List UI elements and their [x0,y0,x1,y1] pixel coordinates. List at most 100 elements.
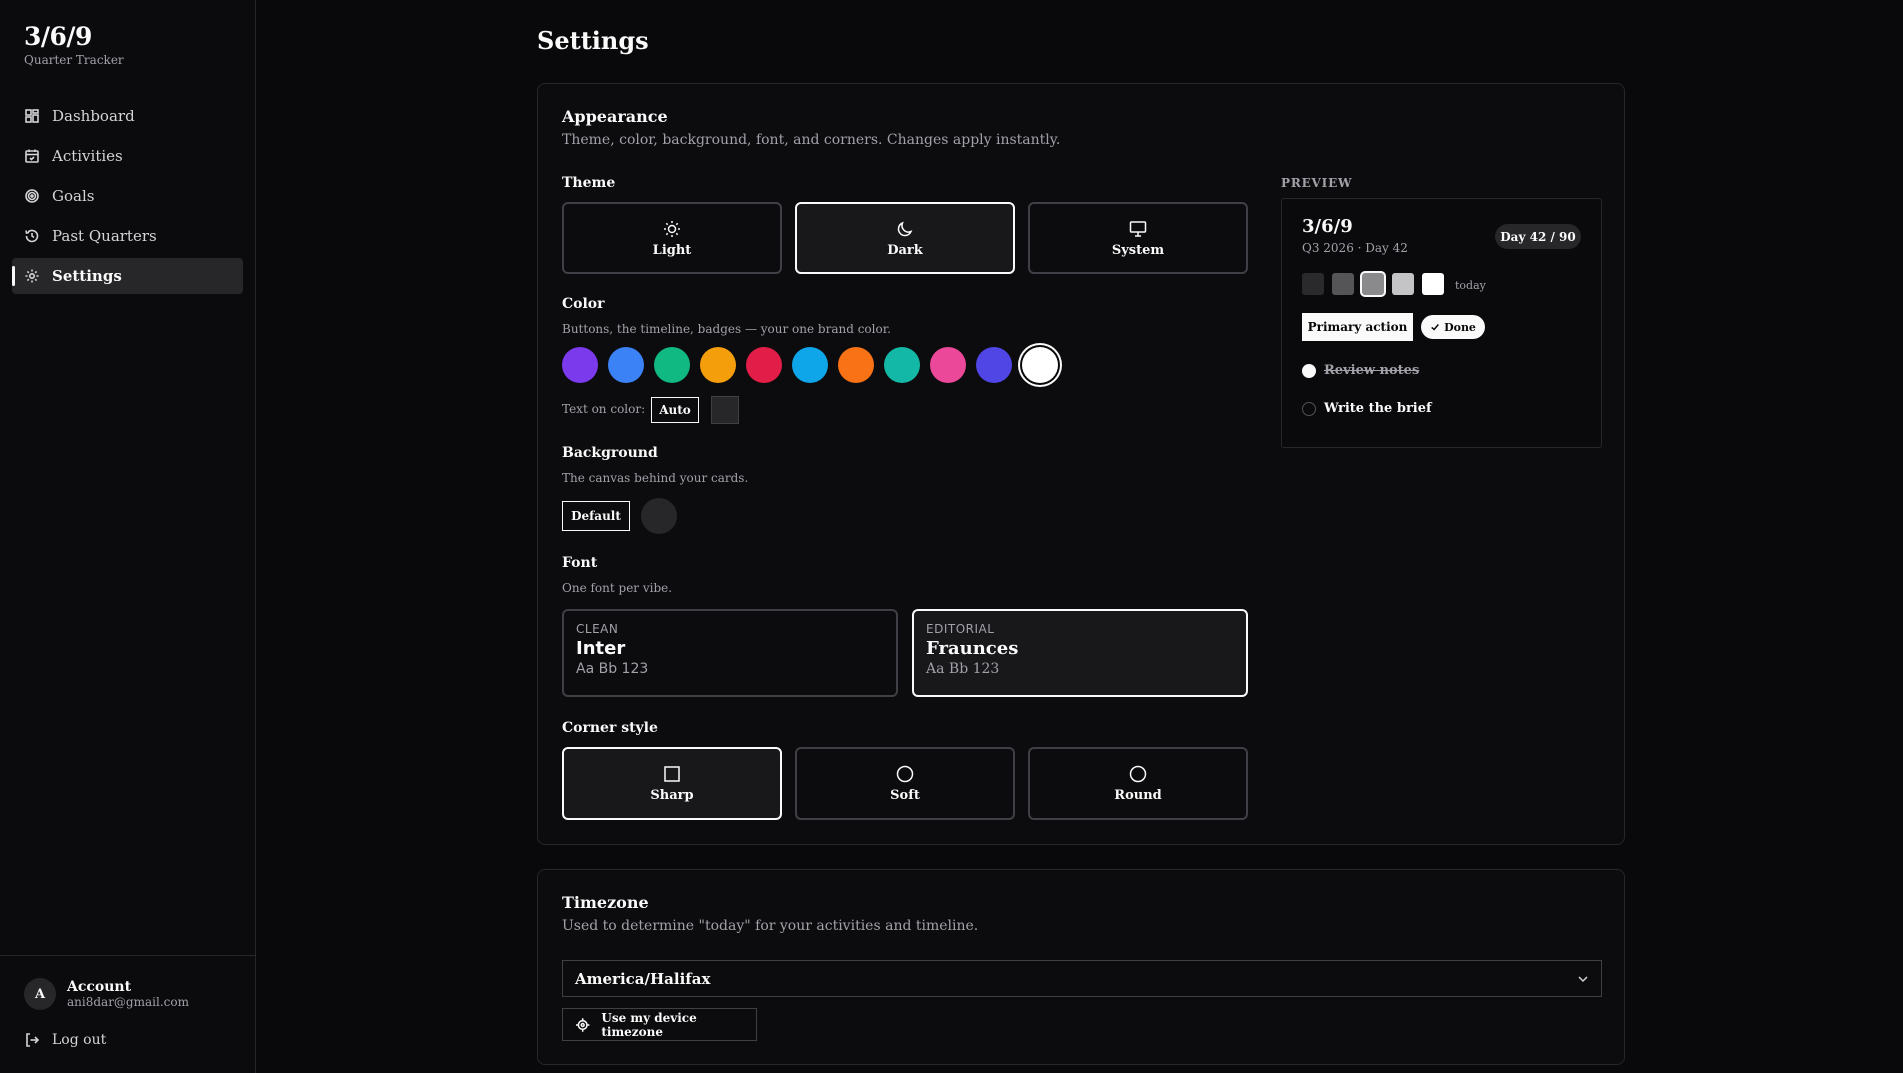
intensity-cell [1332,273,1354,295]
monitor-icon [1129,220,1147,237]
circle-icon [1129,765,1147,783]
use-device-timezone-button[interactable]: Use my device timezone [562,1008,757,1041]
sidebar-item-activities[interactable]: Activities [12,138,243,174]
logout-label: Log out [52,1032,107,1048]
font-name: Inter [576,638,626,659]
color-swatch[interactable] [792,347,828,383]
calendar-icon [25,149,39,163]
theme-label: Theme [562,175,616,191]
gear-icon [25,269,39,283]
task-label: Review notes [1324,363,1420,378]
font-sample: Aa Bb 123 [926,661,1000,677]
preview-task-done[interactable]: Review notes [1302,363,1419,378]
sidebar-item-label: Goals [52,187,95,205]
theme-option-system[interactable]: System [1028,202,1248,274]
text-on-color-custom-swatch[interactable] [711,396,739,424]
intensity-cell [1362,273,1384,295]
preview-today-label: today [1455,279,1486,292]
corner-option-label: Round [1114,788,1162,803]
color-swatch[interactable] [930,347,966,383]
font-name: Fraunces [926,638,1019,659]
timezone-title: Timezone [562,893,649,912]
brand: 3/6/9 Quarter Tracker [24,22,124,67]
use-device-timezone-label: Use my device timezone [601,1010,697,1039]
corner-style-label: Corner style [562,720,658,736]
square-icon [664,766,680,782]
task-label: Write the brief [1324,401,1432,416]
preview-subtitle: Q3 2026 · Day 42 [1302,241,1408,255]
sidebar-item-label: Past Quarters [52,227,157,245]
background-custom-swatch[interactable] [641,498,677,534]
appearance-subtitle: Theme, color, background, font, and corn… [562,132,1061,148]
sidebar-item-label: Activities [52,147,123,165]
color-label: Color [562,296,605,312]
corner-option-sharp[interactable]: Sharp [562,747,782,820]
corner-option-round[interactable]: Round [1028,747,1248,820]
text-on-color-auto-button[interactable]: Auto [651,397,699,423]
sidebar-item-goals[interactable]: Goals [12,178,243,214]
corner-option-label: Sharp [650,788,694,803]
font-kind: EDITORIAL [926,622,995,636]
account-label: Account [67,979,132,995]
check-icon [1431,324,1439,331]
preview-label: PREVIEW [1281,176,1353,190]
preview-task-open[interactable]: Write the brief [1302,401,1432,416]
sun-icon [664,220,680,237]
color-swatch[interactable] [654,347,690,383]
timezone-card: Timezone Used to determine "today" for y… [537,869,1625,1065]
preview-day-badge: Day 42 / 90 [1495,224,1581,249]
account-email: ani8dar@gmail.com [67,995,189,1009]
font-option-fraunces[interactable]: EDITORIAL Fraunces Aa Bb 123 [912,609,1248,697]
logout-button[interactable]: Log out [24,1032,106,1048]
locate-icon [575,1017,590,1032]
color-swatch[interactable] [746,347,782,383]
corner-option-soft[interactable]: Soft [795,747,1015,820]
preview-title: 3/6/9 [1302,216,1353,237]
timezone-value: America/Halifax [575,969,711,988]
sidebar-item-past-quarters[interactable]: Past Quarters [12,218,243,254]
font-hint: One font per vibe. [562,581,673,595]
sidebar-item-label: Settings [52,267,122,285]
font-sample: Aa Bb 123 [576,661,649,677]
target-icon [25,189,39,203]
background-default-button[interactable]: Default [562,501,630,531]
sidebar-item-dashboard[interactable]: Dashboard [12,98,243,134]
intensity-cell [1422,273,1444,295]
color-swatch[interactable] [884,347,920,383]
timezone-subtitle: Used to determine "today" for your activ… [562,918,979,934]
circle-icon [896,765,914,783]
color-hint: Buttons, the timeline, badges — your one… [562,322,891,336]
account-block[interactable]: A Account ani8dar@gmail.com [24,978,189,1010]
brand-subtitle: Quarter Tracker [24,53,124,67]
appearance-title: Appearance [562,107,668,126]
color-swatch[interactable] [700,347,736,383]
chevron-down-icon [1578,976,1588,983]
color-swatch[interactable] [838,347,874,383]
sidebar-item-settings[interactable]: Settings [12,258,243,294]
page-title: Settings [537,26,649,55]
font-option-inter[interactable]: CLEAN Inter Aa Bb 123 [562,609,898,697]
background-label: Background [562,445,658,461]
theme-option-label: Dark [887,242,923,258]
moon-icon [897,221,913,236]
sidebar-footer: A Account ani8dar@gmail.com Log out [0,955,255,1048]
preview-panel: 3/6/9 Q3 2026 · Day 42 Day 42 / 90 today… [1281,198,1602,448]
corner-option-label: Soft [890,788,920,803]
task-circle-icon [1302,401,1316,416]
history-icon [25,229,39,243]
preview-done-label: Done [1444,320,1476,334]
color-swatch[interactable] [562,347,598,383]
theme-option-label: Light [652,242,692,258]
text-on-color-label: Text on color: [562,402,646,416]
color-swatch[interactable] [608,347,644,383]
color-swatch[interactable] [1022,347,1058,383]
theme-option-dark[interactable]: Dark [795,202,1015,274]
theme-option-label: System [1111,242,1165,258]
sidebar: 3/6/9 Quarter Tracker Dashboard Activiti… [0,0,256,1073]
timezone-select[interactable]: America/Halifax [562,960,1602,997]
sidebar-nav: Dashboard Activities Goals Past Quarters… [12,98,243,298]
intensity-cell [1392,273,1414,295]
sidebar-item-label: Dashboard [52,107,135,125]
theme-option-light[interactable]: Light [562,202,782,274]
color-swatch[interactable] [976,347,1012,383]
